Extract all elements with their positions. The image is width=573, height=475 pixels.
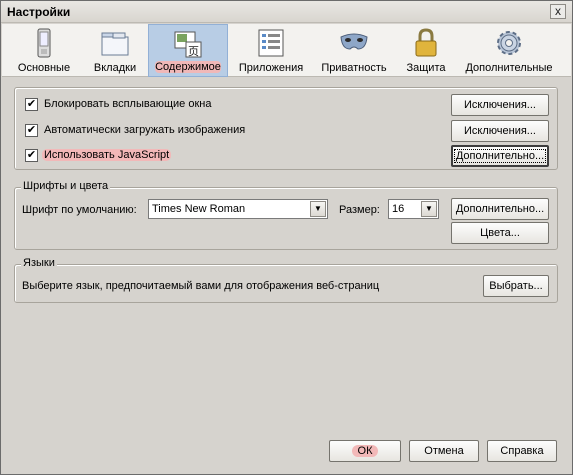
use-javascript-checkbox[interactable]: ✔: [25, 149, 38, 162]
fonts-colors-legend: Шрифты и цвета: [21, 180, 111, 192]
mask-icon: [340, 33, 368, 50]
choose-language-button[interactable]: Выбрать...: [483, 275, 549, 297]
tab-advanced[interactable]: Дополнительные: [460, 24, 558, 77]
applications-list-icon: [258, 29, 284, 57]
button-label: Цвета...: [480, 227, 520, 239]
use-javascript-label: Использовать JavaScript: [42, 149, 172, 161]
tab-label: Дополнительные: [465, 62, 553, 74]
languages-group: Языки Выберите язык, предпочитаемый вами…: [14, 257, 558, 303]
tab-applications[interactable]: Приложения: [232, 24, 310, 77]
font-size-select[interactable]: 16 ▼: [388, 199, 439, 219]
fonts-advanced-button[interactable]: Дополнительно...: [451, 198, 549, 220]
tabs-window-icon: [101, 32, 129, 56]
button-label: Справка: [500, 445, 544, 457]
font-size-value: 16: [392, 203, 405, 215]
tab-label: Приватность: [321, 62, 387, 74]
block-popups-checkbox[interactable]: ✔: [25, 98, 38, 111]
tab-tabs[interactable]: Вкладки: [82, 24, 148, 77]
tab-label: Основные: [17, 62, 71, 74]
button-label: Исключения...: [464, 125, 536, 137]
content-page-icon: 页: [174, 31, 202, 58]
button-label: Дополнительно...: [453, 149, 547, 163]
languages-description: Выберите язык, предпочитаемый вами для о…: [22, 280, 380, 292]
tab-label: Вкладки: [93, 62, 137, 74]
help-button[interactable]: Справка: [487, 440, 557, 462]
default-font-select[interactable]: Times New Roman ▼: [148, 199, 328, 219]
window-title: Настройки: [7, 5, 71, 19]
title-bar[interactable]: Настройки x: [1, 1, 572, 23]
chevron-down-icon[interactable]: ▼: [421, 201, 437, 217]
close-icon: x: [555, 4, 561, 18]
load-images-label: Автоматически загружать изображения: [44, 124, 246, 136]
size-label: Размер:: [339, 204, 380, 216]
block-popups-label: Блокировать всплывающие окна: [44, 98, 212, 110]
javascript-advanced-button[interactable]: Дополнительно...: [451, 145, 549, 167]
lock-icon: [415, 28, 437, 57]
button-label: ОК: [351, 445, 379, 457]
tab-label: Защита: [406, 62, 446, 74]
fonts-colors-group: Шрифты и цвета Шрифт по умолчанию: Times…: [14, 180, 558, 250]
image-exceptions-button[interactable]: Исключения...: [451, 120, 549, 142]
tab-security[interactable]: Защита: [398, 24, 454, 77]
tab-content[interactable]: 页 Содержимое: [148, 24, 228, 77]
languages-legend: Языки: [21, 257, 57, 269]
button-label: Дополнительно...: [455, 203, 545, 215]
chevron-down-icon[interactable]: ▼: [310, 201, 326, 217]
button-label: Исключения...: [464, 99, 536, 111]
cancel-button[interactable]: Отмена: [409, 440, 479, 462]
tab-general[interactable]: Основные: [10, 24, 78, 77]
default-font-label: Шрифт по умолчанию:: [22, 204, 137, 216]
button-label: Выбрать...: [489, 280, 543, 292]
content-options-group: ✔ Блокировать всплывающие окна ✔ Автомат…: [14, 87, 558, 170]
gear-icon: [497, 31, 521, 55]
default-font-value: Times New Roman: [152, 203, 246, 215]
close-button[interactable]: x: [550, 4, 566, 19]
popup-exceptions-button[interactable]: Исключения...: [451, 94, 549, 116]
ok-button[interactable]: ОК: [329, 440, 401, 462]
colors-button[interactable]: Цвета...: [451, 222, 549, 244]
phone-icon: [37, 28, 51, 58]
load-images-checkbox[interactable]: ✔: [25, 124, 38, 137]
settings-toolbar: Основные Вкладки 页 Содержимое Приложения…: [2, 24, 571, 77]
tab-privacy[interactable]: Приватность: [316, 24, 392, 77]
settings-dialog: Настройки x Основные Вкладки 页 Содержимо…: [0, 0, 573, 475]
svg-text:页: 页: [188, 45, 199, 58]
tab-label: Приложения: [238, 62, 304, 74]
tab-label: Содержимое: [155, 61, 221, 73]
button-label: Отмена: [424, 445, 464, 457]
